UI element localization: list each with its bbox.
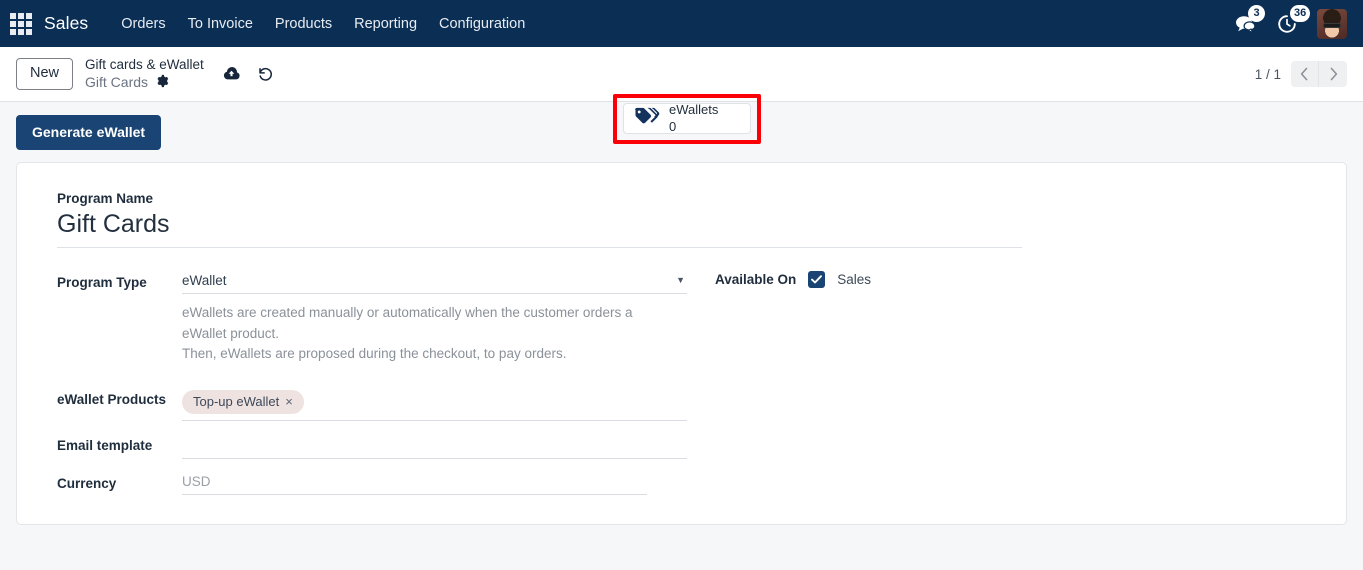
nav-item-configuration[interactable]: Configuration bbox=[428, 10, 536, 38]
pager-next-button[interactable] bbox=[1319, 61, 1347, 87]
breadcrumb: Gift cards & eWallet Gift Cards bbox=[85, 57, 204, 91]
activities-button[interactable]: 36 bbox=[1277, 4, 1311, 34]
pager-count: 1 / 1 bbox=[1254, 66, 1281, 82]
program-type-help-line-1: eWallets are created manually or automat… bbox=[182, 305, 633, 321]
pager-previous-button[interactable] bbox=[1291, 61, 1319, 87]
currency-label: Currency bbox=[57, 475, 117, 491]
nav-item-to-invoice[interactable]: To Invoice bbox=[177, 10, 264, 38]
highlight-annotation: eWallets 0 bbox=[613, 94, 761, 144]
cloud-upload-save-icon[interactable] bbox=[222, 66, 241, 82]
breadcrumb-current: Gift Cards bbox=[85, 73, 149, 90]
program-type-help: eWallets are created manually or automat… bbox=[182, 294, 687, 365]
ewallet-products-input[interactable]: Top-up eWallet × bbox=[182, 387, 687, 421]
available-on-label: Available On bbox=[715, 272, 797, 288]
nav-item-reporting[interactable]: Reporting bbox=[343, 10, 428, 38]
record-actions bbox=[222, 66, 274, 82]
messages-button[interactable]: 3 bbox=[1235, 4, 1265, 34]
chevron-left-icon bbox=[1300, 67, 1308, 81]
program-type-select[interactable]: eWallet ▼ bbox=[182, 270, 687, 295]
program-name-label: Program Name bbox=[57, 191, 154, 207]
undo-discard-icon[interactable] bbox=[257, 66, 274, 82]
program-type-value: eWallet bbox=[182, 273, 227, 289]
pager: 1 / 1 bbox=[1255, 61, 1347, 87]
new-button[interactable]: New bbox=[16, 58, 74, 90]
form-sheet: Program Name Gift Cards Program Type eWa… bbox=[16, 162, 1347, 526]
form-sheet-area: Program Name Gift Cards Program Type eWa… bbox=[0, 162, 1363, 526]
stat-button-value: 0 bbox=[669, 118, 677, 134]
activities-badge: 36 bbox=[1290, 4, 1311, 22]
generate-ewallet-button[interactable]: Generate eWallet bbox=[16, 115, 162, 151]
ewallet-products-row: eWallet Products Top-up eWallet × bbox=[57, 387, 687, 421]
ewallet-products-label: eWallet Products bbox=[57, 391, 167, 407]
stat-buttons-area: eWallets 0 bbox=[613, 94, 761, 144]
apps-grid-icon[interactable] bbox=[8, 11, 34, 37]
stat-button-label: eWallets bbox=[669, 102, 719, 118]
program-type-row: Program Type eWallet ▼ eWallets are crea… bbox=[57, 270, 687, 365]
tag-remove-icon[interactable]: × bbox=[285, 395, 293, 408]
check-icon bbox=[811, 275, 823, 284]
email-template-input[interactable] bbox=[182, 433, 687, 459]
email-template-label: Email template bbox=[57, 437, 153, 453]
program-type-help-line-3: Then, eWallets are proposed during the c… bbox=[182, 346, 567, 362]
tag-label: Top-up eWallet bbox=[193, 393, 280, 409]
nav-item-orders[interactable]: Orders bbox=[110, 10, 176, 38]
available-on-sales-checkbox[interactable] bbox=[808, 271, 826, 289]
currency-input[interactable]: USD bbox=[182, 471, 647, 495]
chevron-down-icon: ▼ bbox=[676, 275, 685, 286]
available-on-sales-label[interactable]: Sales bbox=[837, 272, 871, 287]
app-brand-sales[interactable]: Sales bbox=[44, 13, 88, 34]
chevron-right-icon bbox=[1330, 67, 1337, 81]
program-name-group: Program Name Gift Cards bbox=[57, 191, 1022, 249]
program-type-help-line-2: eWallet product. bbox=[182, 325, 280, 341]
control-panel: New Gift cards & eWallet Gift Cards eWal… bbox=[0, 47, 1363, 144]
tag-item[interactable]: Top-up eWallet × bbox=[182, 389, 304, 414]
form-columns: Program Type eWallet ▼ eWallets are crea… bbox=[57, 270, 1306, 495]
messages-badge: 3 bbox=[1248, 4, 1265, 22]
currency-row: Currency USD bbox=[57, 471, 687, 495]
available-on-row: Available On Sales bbox=[715, 271, 871, 289]
form-column-left: Program Type eWallet ▼ eWallets are crea… bbox=[57, 270, 687, 495]
stat-button-ewallets[interactable]: eWallets 0 bbox=[623, 102, 751, 134]
top-navbar: Sales Orders To Invoice Products Reporti… bbox=[0, 0, 1363, 47]
tags-icon bbox=[634, 106, 660, 131]
email-template-row: Email template bbox=[57, 433, 687, 459]
navbar-systray: 3 36 bbox=[1235, 4, 1349, 39]
gear-icon[interactable] bbox=[155, 74, 169, 90]
program-name-input[interactable]: Gift Cards bbox=[57, 208, 1022, 249]
breadcrumb-parent[interactable]: Gift cards & eWallet bbox=[85, 57, 204, 74]
form-column-right: Available On Sales bbox=[687, 270, 871, 495]
nav-item-products[interactable]: Products bbox=[264, 10, 343, 38]
avatar[interactable] bbox=[1317, 8, 1347, 39]
program-type-label: Program Type bbox=[57, 275, 147, 291]
